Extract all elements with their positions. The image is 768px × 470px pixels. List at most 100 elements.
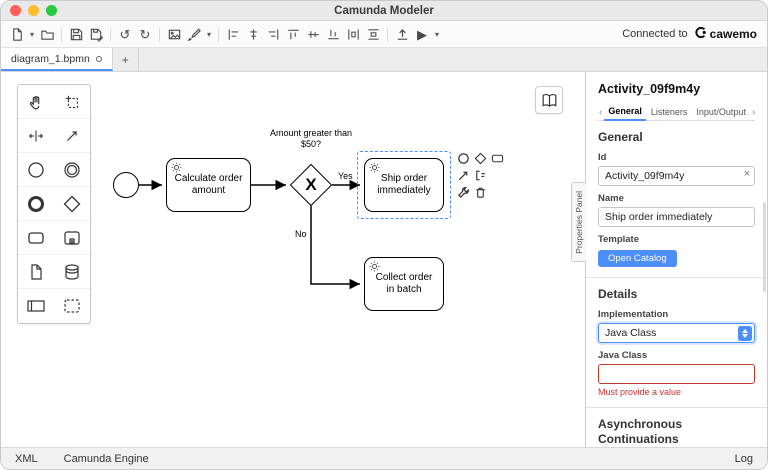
bpmn-palette [17, 84, 91, 324]
connected-to-label: Connected to [622, 28, 688, 40]
redo-button[interactable]: ↻ [135, 23, 155, 45]
properties-panel: Properties Panel Activity_09f9m4y ‹ Gene… [571, 72, 767, 447]
toggle-minimap-button[interactable] [535, 86, 563, 114]
tabs-scroll-left-icon[interactable]: ‹ [598, 105, 603, 120]
save-as-button[interactable] [86, 23, 106, 45]
tabbar: diagram_1.bpmn + [1, 48, 767, 72]
palette-intermediate-event[interactable] [54, 153, 90, 187]
tab-label: diagram_1.bpmn [11, 52, 90, 65]
palette-group[interactable] [54, 289, 90, 323]
close-window-button[interactable] [10, 5, 21, 16]
exclusive-gateway[interactable]: X [289, 163, 333, 207]
implementation-select[interactable]: Java Class [598, 323, 755, 343]
distribute-vertical-button[interactable] [363, 23, 383, 45]
align-left-button[interactable] [223, 23, 243, 45]
palette-space-tool[interactable] [18, 119, 54, 153]
main-area: Calculate order amount Amount greater th… [1, 72, 767, 447]
distribute-horizontal-button[interactable] [343, 23, 363, 45]
tabs-scroll-right-icon[interactable]: › [751, 105, 756, 120]
service-task-gear-icon [369, 261, 380, 277]
palette-data-object[interactable] [18, 255, 54, 289]
palette-participant[interactable] [18, 289, 54, 323]
palette-data-store[interactable] [54, 255, 90, 289]
delete-trash-icon[interactable] [473, 185, 487, 199]
java-class-input[interactable] [598, 364, 755, 384]
color-format-caret[interactable]: ▾ [204, 23, 214, 45]
palette-start-event[interactable] [18, 153, 54, 187]
text-annotation-icon[interactable] [473, 168, 487, 182]
gateway-x-marker: X [305, 175, 317, 194]
gateway-condition-label: Amount greater than $50? [269, 128, 353, 150]
task-collect-order-in-batch[interactable]: Collect order in batch [364, 257, 444, 311]
task-label: Ship order immediately [377, 172, 431, 197]
implementation-field-label: Implementation [598, 309, 669, 320]
connect-tool-icon[interactable] [456, 168, 470, 182]
append-gateway-icon[interactable] [473, 151, 487, 165]
task-ship-order-immediately[interactable]: Ship order immediately [364, 158, 444, 212]
bpmn-canvas[interactable]: Calculate order amount Amount greater th… [1, 72, 585, 447]
open-file-button[interactable] [37, 23, 57, 45]
element-id-title: Activity_09f9m4y [598, 82, 701, 96]
minimize-window-button[interactable] [28, 5, 39, 16]
general-section-heading: General [598, 130, 643, 144]
palette-lasso-tool[interactable] [54, 85, 90, 119]
tab-diagram-1[interactable]: diagram_1.bpmn [1, 48, 113, 71]
append-end-event-icon[interactable] [456, 151, 470, 165]
service-task-gear-icon [369, 162, 380, 178]
cawemo-logo-icon [694, 26, 707, 42]
toolbar-separator [61, 26, 62, 42]
start-instance-button[interactable]: ▶ [412, 23, 432, 45]
change-type-wrench-icon[interactable] [456, 185, 470, 199]
new-tab-button[interactable]: + [113, 48, 139, 71]
clear-id-icon[interactable]: × [744, 169, 750, 180]
align-center-button[interactable] [243, 23, 263, 45]
async-section-heading: Asynchronous Continuations [598, 417, 683, 446]
palette-end-event[interactable] [18, 187, 54, 221]
xml-view-toggle[interactable]: XML [15, 453, 38, 465]
export-image-button[interactable] [164, 23, 184, 45]
deploy-button[interactable] [392, 23, 412, 45]
save-button[interactable] [66, 23, 86, 45]
cawemo-label: cawemo [709, 27, 757, 41]
open-catalog-button[interactable]: Open Catalog [598, 250, 677, 267]
tab-general[interactable]: General [604, 103, 646, 121]
palette-task[interactable] [18, 221, 54, 255]
java-class-field-label: Java Class [598, 350, 648, 361]
append-task-icon[interactable] [490, 151, 504, 165]
tab-listeners[interactable]: Listeners [647, 104, 692, 120]
start-instance-caret[interactable]: ▾ [432, 23, 442, 45]
start-event[interactable] [113, 172, 139, 198]
align-middle-button[interactable] [303, 23, 323, 45]
service-task-gear-icon [171, 162, 182, 178]
palette-gateway[interactable] [54, 187, 90, 221]
undo-button[interactable]: ↺ [115, 23, 135, 45]
engine-selector[interactable]: Camunda Engine [64, 453, 149, 465]
task-label: Calculate order amount [174, 172, 243, 197]
palette-subprocess[interactable] [54, 221, 90, 255]
new-diagram-button[interactable] [7, 23, 27, 45]
titlebar: Camunda Modeler [1, 1, 767, 21]
context-pad [456, 151, 504, 199]
open-map-icon [542, 93, 556, 107]
zoom-window-button[interactable] [46, 5, 57, 16]
align-right-button[interactable] [263, 23, 283, 45]
palette-global-connect-tool[interactable] [54, 119, 90, 153]
name-input[interactable] [598, 207, 755, 227]
new-diagram-caret[interactable]: ▾ [27, 23, 37, 45]
align-top-button[interactable] [283, 23, 303, 45]
toolbar-separator [387, 26, 388, 42]
properties-panel-content: Activity_09f9m4y ‹ General Listeners Inp… [586, 72, 767, 447]
log-toggle[interactable]: Log [735, 453, 753, 465]
properties-panel-toggle[interactable]: Properties Panel [571, 182, 586, 262]
panel-scrollbar[interactable] [763, 202, 766, 292]
section-divider [586, 407, 767, 408]
task-calculate-order-amount[interactable]: Calculate order amount [166, 158, 251, 212]
palette-hand-tool[interactable] [18, 85, 54, 119]
cawemo-link[interactable]: cawemo [694, 26, 757, 42]
color-format-button[interactable] [184, 23, 204, 45]
id-input[interactable] [598, 166, 755, 186]
tab-input-output[interactable]: Input/Output [692, 104, 750, 120]
align-bottom-button[interactable] [323, 23, 343, 45]
details-section-heading: Details [598, 287, 638, 301]
select-arrows-icon [738, 325, 752, 341]
